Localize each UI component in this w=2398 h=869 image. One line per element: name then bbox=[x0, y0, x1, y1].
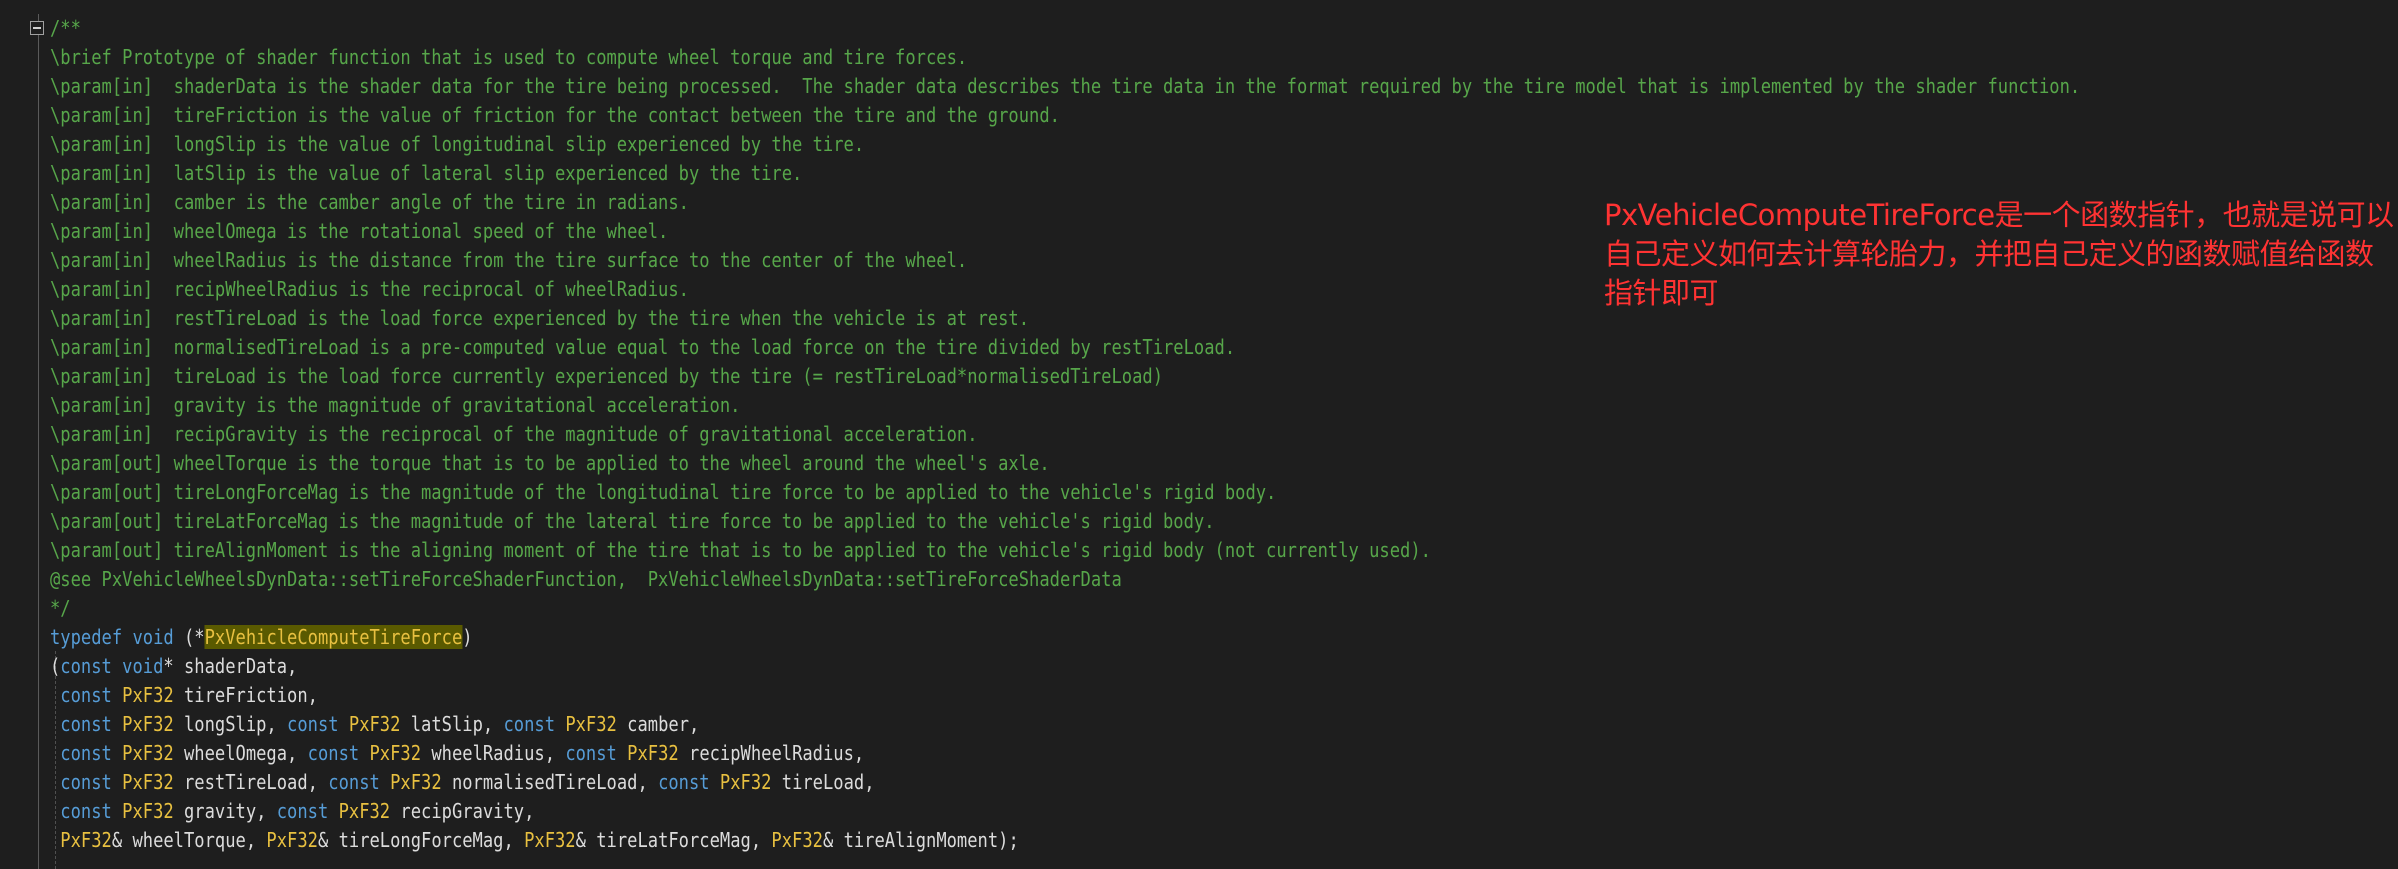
type-name: PxF32 bbox=[122, 799, 174, 823]
annotation-note: PxVehicleComputeTireForce是一个函数指针，也就是说可以自… bbox=[1604, 198, 2394, 310]
const-keyword: const bbox=[658, 770, 710, 794]
function-pointer-name[interactable]: PxVehicleComputeTireForce bbox=[204, 625, 463, 649]
identifier: longSlip, bbox=[173, 712, 288, 736]
comment-param: \param[out] tireLongForceMag is the magn… bbox=[50, 480, 1277, 504]
param-line: const PxF32 longSlip, const PxF32 latSli… bbox=[50, 710, 1353, 739]
typedef-line: typedef void (*PxVehicleComputeTireForce… bbox=[50, 623, 1353, 652]
identifier: restTireLoad, bbox=[173, 770, 329, 794]
identifier: wheelOmega, bbox=[173, 741, 308, 765]
comment-param: \param[out] tireLatForceMag is the magni… bbox=[50, 509, 1215, 533]
type-name: PxF32 bbox=[390, 770, 442, 794]
param-line: const PxF32 tireFriction, bbox=[50, 681, 1353, 710]
comment-param: \param[in] tireFriction is the value of … bbox=[50, 103, 1060, 127]
comment-param: \param[in] longSlip is the value of long… bbox=[50, 132, 865, 156]
identifier: recipWheelRadius, bbox=[678, 741, 865, 765]
identifier: & tireAlignMoment bbox=[822, 828, 999, 852]
const-keyword: const bbox=[307, 741, 360, 765]
comment-param: \param[out] tireAlignMoment is the align… bbox=[50, 538, 1431, 562]
comment-open: /** bbox=[50, 16, 81, 40]
collapse-minus-icon[interactable] bbox=[30, 21, 44, 35]
comment-param: \param[in] restTireLoad is the load forc… bbox=[50, 306, 1030, 330]
const-keyword: const bbox=[503, 712, 556, 736]
comment-param: \param[in] normalisedTireLoad is a pre-c… bbox=[50, 335, 1236, 359]
type-name: PxF32 bbox=[122, 683, 174, 707]
void-keyword: void bbox=[122, 654, 164, 678]
const-keyword: const bbox=[565, 741, 617, 765]
identifier: tireFriction, bbox=[173, 683, 318, 707]
const-keyword: const bbox=[60, 683, 112, 707]
type-name: PxF32 bbox=[122, 741, 174, 765]
punctuation: ); bbox=[998, 828, 1019, 852]
type-name: PxF32 bbox=[266, 828, 318, 852]
comment-param: \param[in] gravity is the magnitude of g… bbox=[50, 393, 741, 417]
const-keyword: const bbox=[60, 712, 112, 736]
punctuation: ( bbox=[50, 654, 61, 678]
comment-param: \param[in] recipGravity is the reciproca… bbox=[50, 422, 978, 446]
identifier: wheelRadius, bbox=[421, 741, 566, 765]
param-line: (const void* shaderData, bbox=[50, 652, 1353, 681]
comment-see: @see PxVehicleWheelsDynData::setTireForc… bbox=[50, 567, 1122, 591]
identifier: gravity, bbox=[173, 799, 277, 823]
param-line: const PxF32 wheelOmega, const PxF32 whee… bbox=[50, 739, 1353, 768]
const-keyword: const bbox=[276, 799, 329, 823]
comment-param: \param[in] camber is the camber angle of… bbox=[50, 190, 689, 214]
type-name: PxF32 bbox=[60, 828, 112, 852]
type-name: PxF32 bbox=[122, 712, 174, 736]
identifier: & wheelTorque, bbox=[111, 828, 267, 852]
code-block: /** \brief Prototype of shader function … bbox=[50, 14, 2081, 855]
comment-param: \param[in] wheelRadius is the distance f… bbox=[50, 248, 968, 272]
void-keyword: void bbox=[132, 625, 174, 649]
comment-param: \param[in] wheelOmega is the rotational … bbox=[50, 219, 669, 243]
type-name: PxF32 bbox=[348, 712, 401, 736]
type-name: PxF32 bbox=[565, 712, 617, 736]
const-keyword: const bbox=[60, 770, 112, 794]
type-name: PxF32 bbox=[524, 828, 576, 852]
type-name: PxF32 bbox=[338, 799, 391, 823]
type-name: PxF32 bbox=[627, 741, 679, 765]
comment-close: */ bbox=[50, 596, 71, 620]
identifier: * shaderData, bbox=[163, 654, 298, 678]
identifier: tireLoad, bbox=[771, 770, 875, 794]
type-name: PxF32 bbox=[771, 828, 823, 852]
type-name: PxF32 bbox=[369, 741, 422, 765]
comment-param: \param[in] shaderData is the shader data… bbox=[50, 74, 2081, 98]
param-line: const PxF32 restTireLoad, const PxF32 no… bbox=[50, 768, 1353, 797]
identifier: normalisedTireLoad, bbox=[441, 770, 659, 794]
type-name: PxF32 bbox=[719, 770, 772, 794]
identifier: & tireLatForceMag, bbox=[575, 828, 772, 852]
const-keyword: const bbox=[328, 770, 380, 794]
comment-param: \param[in] recipWheelRadius is the recip… bbox=[50, 277, 689, 301]
typedef-keyword: typedef bbox=[50, 625, 123, 649]
param-line: const PxF32 gravity, const PxF32 recipGr… bbox=[50, 797, 1353, 826]
comment-param: \param[in] tireLoad is the load force cu… bbox=[50, 364, 1164, 388]
identifier: camber, bbox=[616, 712, 700, 736]
outline-guide bbox=[38, 14, 39, 869]
comment-param: \param[in] latSlip is the value of later… bbox=[50, 161, 803, 185]
identifier: recipGravity, bbox=[390, 799, 535, 823]
identifier: latSlip, bbox=[400, 712, 504, 736]
code-editor[interactable]: /** \brief Prototype of shader function … bbox=[0, 0, 2398, 869]
const-keyword: const bbox=[60, 654, 112, 678]
type-name: PxF32 bbox=[122, 770, 174, 794]
comment-brief: \brief Prototype of shader function that… bbox=[50, 45, 968, 69]
const-keyword: const bbox=[60, 741, 112, 765]
comment-param: \param[out] wheelTorque is the torque th… bbox=[50, 451, 1050, 475]
const-keyword: const bbox=[287, 712, 339, 736]
identifier: & tireLongForceMag, bbox=[317, 828, 525, 852]
const-keyword: const bbox=[60, 799, 112, 823]
punctuation: (* bbox=[173, 625, 205, 649]
param-line: PxF32& wheelTorque, PxF32& tireLongForce… bbox=[50, 826, 1353, 855]
punctuation: ) bbox=[462, 625, 473, 649]
